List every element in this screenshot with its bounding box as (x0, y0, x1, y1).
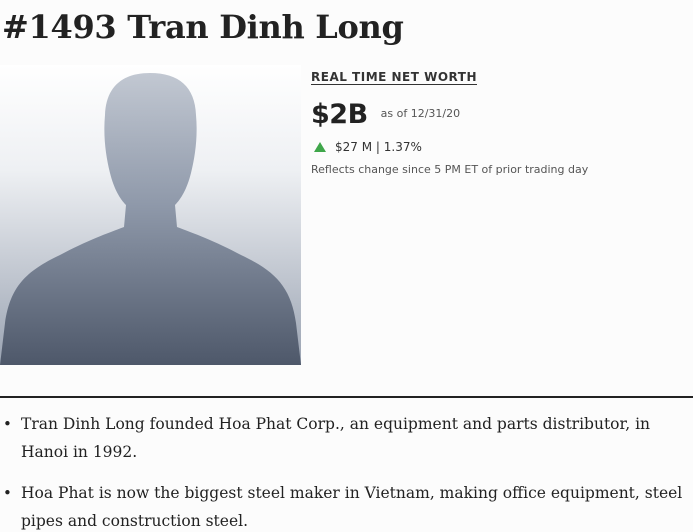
net-worth-as-of-date: as of 12/31/20 (380, 107, 461, 120)
net-worth-change: $27 M | 1.37% (335, 140, 422, 154)
profile-photo (0, 65, 301, 365)
net-worth-change-row: $27 M | 1.37% (314, 140, 422, 154)
page-title: #1493 Tran Dinh Long (2, 8, 404, 46)
up-arrow-icon (314, 142, 326, 152)
bio-text: Tran Dinh Long founded Hoa Phat Corp., a… (21, 415, 651, 461)
bio-list: • Tran Dinh Long founded Hoa Phat Corp.,… (0, 410, 693, 532)
bullet-icon: • (3, 415, 12, 433)
person-silhouette-icon (0, 65, 301, 365)
net-worth-change-note: Reflects change since 5 PM ET of prior t… (311, 163, 589, 176)
section-divider (0, 396, 693, 398)
real-time-net-worth-link[interactable]: REAL TIME NET WORTH (311, 70, 477, 84)
net-worth-value-row: $2B as of 12/31/20 (311, 99, 460, 130)
bio-text: Hoa Phat is now the biggest steel maker … (21, 484, 683, 530)
list-item: • Tran Dinh Long founded Hoa Phat Corp.,… (0, 410, 693, 466)
bullet-icon: • (3, 484, 12, 502)
net-worth-value: $2B (311, 99, 368, 130)
list-item: • Hoa Phat is now the biggest steel make… (0, 479, 693, 532)
